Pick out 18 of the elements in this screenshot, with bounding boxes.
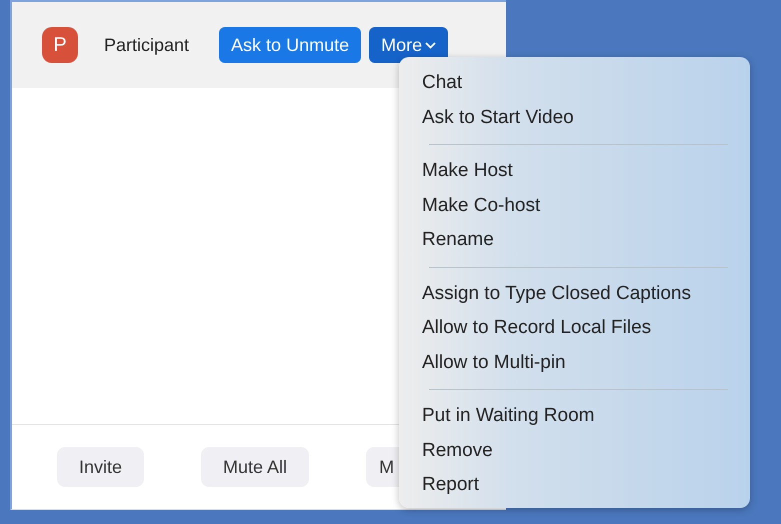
menu-item[interactable]: Report	[399, 468, 750, 502]
menu-item[interactable]: Ask to Start Video	[399, 100, 750, 135]
menu-item[interactable]: Allow to Record Local Files	[399, 311, 750, 346]
menu-item[interactable]: Put in Waiting Room	[399, 399, 750, 434]
menu-item[interactable]: Assign to Type Closed Captions	[399, 276, 750, 311]
caret-icon	[425, 42, 436, 48]
menu-item[interactable]: Make Host	[399, 154, 750, 188]
more-button[interactable]: More	[369, 27, 448, 63]
footer-button[interactable]: Invite	[57, 447, 144, 487]
participant-name: Participant	[104, 34, 190, 56]
ask-to-unmute-button[interactable]: Ask to Unmute	[219, 27, 362, 63]
menu-item[interactable]: Remove	[399, 434, 750, 468]
menu-item[interactable]: Make Co-host	[399, 188, 750, 223]
menu-item[interactable]: Rename	[399, 223, 750, 258]
menu-item[interactable]: Allow to Multi-pin	[399, 346, 750, 380]
footer-button[interactable]: Mute All	[201, 447, 310, 487]
menu-item[interactable]: Chat	[399, 66, 750, 100]
avatar: P	[42, 27, 78, 63]
